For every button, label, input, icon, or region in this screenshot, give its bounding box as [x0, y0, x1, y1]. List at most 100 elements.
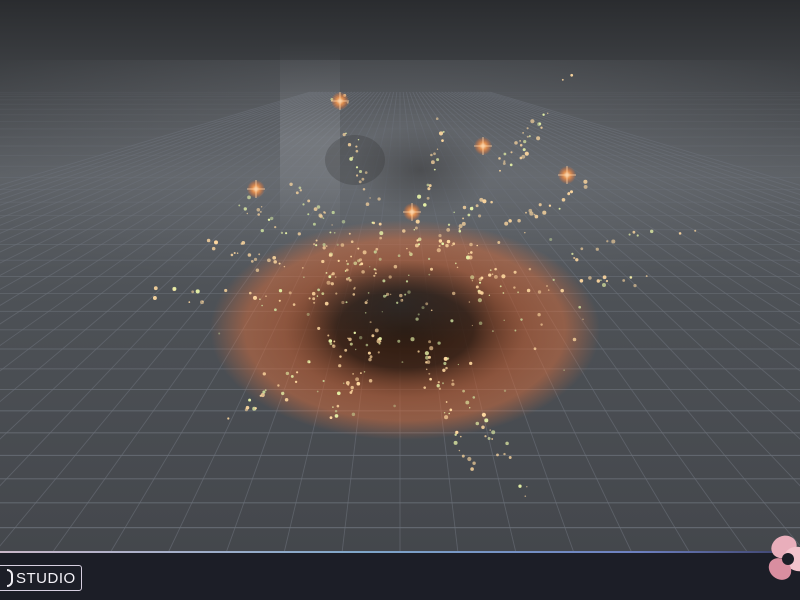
- spark-particle: [301, 267, 304, 269]
- spark-particle: [606, 240, 609, 243]
- spark-particle: [502, 162, 506, 165]
- spark-particle: [534, 214, 539, 219]
- spark-particle: [523, 139, 527, 144]
- spark-particle: [649, 229, 654, 234]
- spark-particle: [417, 237, 422, 242]
- spark-particle: [322, 379, 325, 383]
- spark-particle: [438, 234, 442, 238]
- spark-particle: [546, 112, 549, 115]
- spark-particle: [521, 154, 526, 159]
- spark-particle: [379, 236, 383, 240]
- spark-particle: [365, 343, 369, 347]
- spark-particle: [255, 268, 260, 272]
- spark-particle: [283, 265, 286, 268]
- spark-particle: [393, 404, 396, 408]
- spark-particle: [355, 145, 358, 148]
- spark-particle: [468, 252, 470, 255]
- spark-particle: [436, 248, 441, 253]
- spark-particle: [224, 288, 228, 293]
- spark-particle: [490, 200, 493, 204]
- spark-particle: [633, 283, 637, 288]
- spark-particle: [377, 351, 380, 354]
- spark-particle: [347, 383, 350, 386]
- spark-particle: [469, 251, 473, 254]
- spark-particle: [524, 231, 526, 234]
- spark-particle: [582, 318, 584, 321]
- spark-particle: [533, 347, 537, 351]
- scene-viewport[interactable]: [0, 0, 800, 553]
- spark-particle: [453, 211, 456, 214]
- spark-particle: [636, 234, 639, 237]
- spark-particle: [349, 342, 353, 346]
- spark-particle: [319, 215, 321, 217]
- spark-particle: [307, 360, 311, 364]
- spark-particle: [436, 384, 440, 388]
- spark-particle: [519, 140, 521, 142]
- spark-particle: [524, 151, 529, 156]
- spark-particle: [267, 218, 271, 222]
- spark-particle: [333, 231, 336, 234]
- spark-particle: [445, 366, 448, 370]
- spark-particle: [517, 218, 521, 223]
- spark-particle: [477, 290, 482, 295]
- spark-particle: [261, 304, 263, 307]
- spark-particle: [629, 275, 633, 279]
- spark-particle: [441, 242, 445, 246]
- spark-particle: [429, 377, 432, 381]
- spark-particle: [421, 306, 425, 310]
- spark-particle: [369, 321, 372, 324]
- spark-particle: [357, 247, 360, 250]
- spark-particle: [332, 406, 334, 408]
- spark-particle: [328, 253, 332, 257]
- spark-particle: [452, 242, 456, 246]
- spark-particle: [399, 293, 403, 298]
- spark-particle: [338, 364, 342, 368]
- spark-particle: [415, 317, 419, 321]
- spark-particle: [152, 296, 157, 300]
- spark-particle: [487, 437, 491, 440]
- spark-particle: [496, 453, 499, 457]
- spark-particle: [417, 350, 420, 353]
- spark-particle: [278, 262, 281, 265]
- spark-particle: [362, 250, 367, 255]
- spark-particle: [340, 243, 345, 247]
- spark-particle: [262, 390, 266, 394]
- spark-particle: [285, 371, 290, 376]
- spark-particle: [526, 135, 529, 138]
- spark-particle: [435, 117, 439, 120]
- spark-particle: [471, 324, 474, 327]
- spark-particle: [397, 254, 401, 258]
- spark-particle: [524, 495, 527, 498]
- spark-particle: [313, 207, 318, 211]
- spark-particle: [522, 148, 526, 152]
- spark-particle: [303, 276, 305, 278]
- spark-particle: [327, 334, 330, 337]
- spark-particle: [491, 273, 494, 276]
- spark-particle: [417, 313, 420, 316]
- spark-particle: [514, 141, 518, 145]
- bottom-status-bar: [0, 553, 800, 600]
- spark-particle: [504, 221, 509, 226]
- spark-particle: [417, 243, 421, 246]
- spark-particle: [558, 207, 561, 210]
- spark-particle: [306, 312, 310, 316]
- spark-particle: [249, 291, 252, 295]
- spark-particle: [407, 290, 411, 294]
- spark-particle: [415, 219, 420, 224]
- spark-particle: [513, 270, 517, 274]
- spark-particle: [493, 274, 498, 279]
- spark-particle: [469, 242, 473, 247]
- spark-particle: [446, 357, 450, 360]
- spark-particle: [488, 294, 491, 296]
- spark-particle: [350, 255, 353, 258]
- spark-particle: [528, 135, 531, 138]
- spark-particle: [570, 73, 574, 77]
- spark-particle: [470, 467, 474, 471]
- spark-particle: [280, 231, 284, 235]
- spark-particle: [561, 78, 564, 81]
- spark-particle: [329, 231, 332, 234]
- spark-particle: [358, 180, 362, 184]
- spark-particle: [443, 412, 446, 414]
- spark-particle: [265, 295, 267, 297]
- spark-particle: [355, 377, 360, 382]
